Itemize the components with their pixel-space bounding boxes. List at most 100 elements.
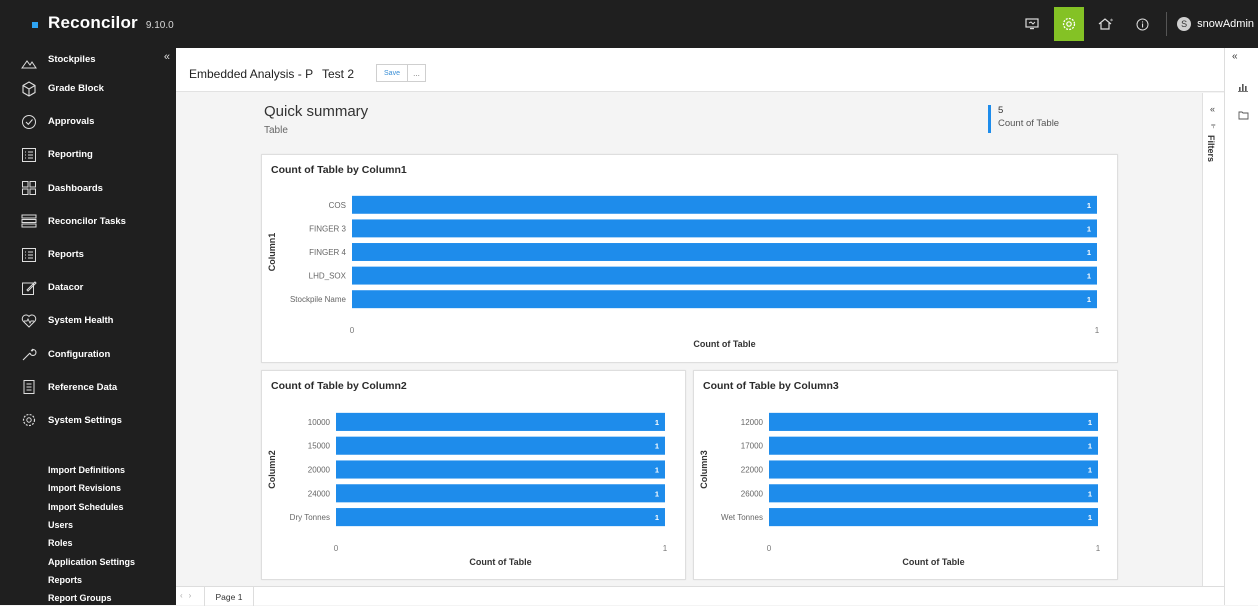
summary-title: Quick summary xyxy=(264,103,369,120)
sidebar-nav: Stockpiles Grade Block Approvals Reporti… xyxy=(0,54,176,437)
filter-icon: ⫧ xyxy=(1211,121,1216,130)
filters-pane[interactable]: « ⫧ Filters xyxy=(1202,93,1224,586)
list-icon xyxy=(20,146,38,164)
quick-summary: Quick summary Table 5 Count of Table xyxy=(264,103,1114,155)
sidebar-item-label: Approvals xyxy=(48,116,95,128)
brand[interactable]: Reconcilor 9.10.0 xyxy=(32,13,174,33)
brand-logo-icon xyxy=(32,22,38,28)
sidebar-item-grade-block[interactable]: Grade Block xyxy=(0,72,176,105)
sidebar-subitem-roles[interactable]: Roles xyxy=(48,534,135,552)
data-label: 1 xyxy=(655,489,659,498)
sidebar-item-approvals[interactable]: Approvals xyxy=(0,105,176,138)
data-label: 1 xyxy=(1088,513,1092,522)
y-axis-label: Column1 xyxy=(267,233,277,272)
filters-collapse-icon[interactable]: « xyxy=(1210,104,1215,114)
filters-label: Filters xyxy=(1206,135,1216,163)
bar xyxy=(352,219,1097,238)
top-divider xyxy=(1166,12,1168,36)
right-rail: « xyxy=(1224,48,1258,605)
sidebar-item-label: System Health xyxy=(48,315,114,327)
bar xyxy=(769,508,1098,527)
tab-page-1[interactable]: Page 1 xyxy=(204,587,254,606)
bar xyxy=(336,412,665,431)
x-tick-label: 1 xyxy=(1095,326,1100,335)
edit-icon xyxy=(20,279,38,297)
top-actions: * S snowAdmin xyxy=(1014,0,1258,48)
sidebar-item-dashboards[interactable]: Dashboards xyxy=(0,172,176,205)
monitor-icon[interactable] xyxy=(1014,0,1050,48)
report-header: Embedded Analysis - P Test 2 Save ... xyxy=(176,48,1224,92)
home-settings-icon[interactable]: * xyxy=(1088,0,1124,48)
data-label: 1 xyxy=(1087,224,1091,233)
sidebar-item-system-health[interactable]: System Health xyxy=(0,304,176,337)
sidebar-item-label: System Settings xyxy=(48,414,122,426)
bar xyxy=(769,460,1098,479)
category-label: 24000 xyxy=(308,489,331,498)
sidebar-item-configuration[interactable]: Configuration xyxy=(0,338,176,371)
save-button[interactable]: Save xyxy=(376,64,408,82)
x-axis-label: Count of Table xyxy=(469,557,531,567)
data-label: 1 xyxy=(1087,248,1091,257)
stockpile-icon xyxy=(20,54,38,72)
data-label: 1 xyxy=(655,418,659,427)
gear-icon xyxy=(20,411,38,429)
data-label: 1 xyxy=(1087,201,1091,210)
sidebar-item-reporting[interactable]: Reporting xyxy=(0,138,176,171)
category-label: 20000 xyxy=(308,466,331,475)
summary-subtitle: Table xyxy=(264,125,288,136)
sidebar-item-datacor[interactable]: Datacor xyxy=(0,271,176,304)
sidebar-item-stockpiles[interactable]: Stockpiles xyxy=(0,54,176,72)
analysis-gear-icon[interactable] xyxy=(1054,7,1085,41)
info-icon[interactable] xyxy=(1124,0,1160,48)
sidebar-item-label: Reports xyxy=(48,249,84,261)
sidebar-subitem-users[interactable]: Users xyxy=(48,516,135,534)
sidebar-item-label: Reference Data xyxy=(48,381,118,393)
sidebar-subitem-report-groups[interactable]: Report Groups xyxy=(48,589,135,605)
chart-card-column3[interactable]: Count of Table by Column3 12000 1 17000 1 22… xyxy=(693,370,1118,580)
sidebar-item-reference-data[interactable]: Reference Data xyxy=(0,371,176,404)
sidebar-subitem-reports[interactable]: Reports xyxy=(48,571,135,589)
sidebar-item-label: Stockpiles xyxy=(48,54,96,65)
sidebar-subitem-application-settings[interactable]: Application Settings xyxy=(48,552,135,570)
kpi-label: Count of Table xyxy=(998,118,1060,129)
category-label: Dry Tonnes xyxy=(290,513,330,522)
grid-icon xyxy=(20,179,38,197)
more-options-button[interactable]: ... xyxy=(408,64,426,82)
sidebar-item-system-settings[interactable]: System Settings xyxy=(0,404,176,437)
bar xyxy=(352,195,1097,214)
category-label: FINGER 4 xyxy=(309,248,346,257)
sidebar-subitem-import-revisions[interactable]: Import Revisions xyxy=(48,479,135,497)
x-axis-label: Count of Table xyxy=(902,557,964,567)
user-name: snowAdmin xyxy=(1197,18,1254,30)
bar xyxy=(336,436,665,455)
rail-collapse-icon[interactable]: « xyxy=(1232,51,1238,62)
stack-icon xyxy=(20,212,38,230)
sidebar: « Stockpiles Grade Block Approvals Repor… xyxy=(0,48,176,605)
x-tick-label: 0 xyxy=(334,544,339,553)
page-nav-arrows[interactable]: ‹› xyxy=(180,591,197,600)
data-label: 1 xyxy=(655,513,659,522)
system-settings-submenu: Import Definitions Import Revisions Impo… xyxy=(48,461,135,605)
user-menu[interactable]: S snowAdmin xyxy=(1177,17,1254,31)
sidebar-item-reports[interactable]: Reports xyxy=(0,238,176,271)
x-tick-label: 1 xyxy=(663,544,668,553)
sidebar-item-label: Datacor xyxy=(48,282,84,294)
y-axis-label: Column3 xyxy=(699,450,709,489)
sidebar-item-reconcilor-tasks[interactable]: Reconcilor Tasks xyxy=(0,205,176,238)
visualizations-icon[interactable] xyxy=(1238,82,1248,95)
bar xyxy=(769,436,1098,455)
sidebar-subitem-import-schedules[interactable]: Import Schedules xyxy=(48,498,135,516)
bar-chart-column3: 12000 1 17000 1 22000 1 26000 1 Wet Tonnes 1 0 1 Cou… xyxy=(699,412,1101,567)
bar xyxy=(336,484,665,503)
category-label: 26000 xyxy=(741,489,764,498)
heart-icon xyxy=(20,312,38,330)
folder-icon[interactable] xyxy=(1238,110,1249,123)
chart-card-column2[interactable]: Count of Table by Column2 10000 1 15000 1 20… xyxy=(261,370,686,580)
bar xyxy=(336,508,665,527)
data-label: 1 xyxy=(1088,466,1092,475)
x-tick-label: 0 xyxy=(350,326,355,335)
data-label: 1 xyxy=(655,442,659,451)
sidebar-item-label: Dashboards xyxy=(48,182,103,194)
chart-card-column1[interactable]: Count of Table by Column1 COS 1 FINGER 31F… xyxy=(261,154,1118,363)
sidebar-subitem-import-definitions[interactable]: Import Definitions xyxy=(48,461,135,479)
